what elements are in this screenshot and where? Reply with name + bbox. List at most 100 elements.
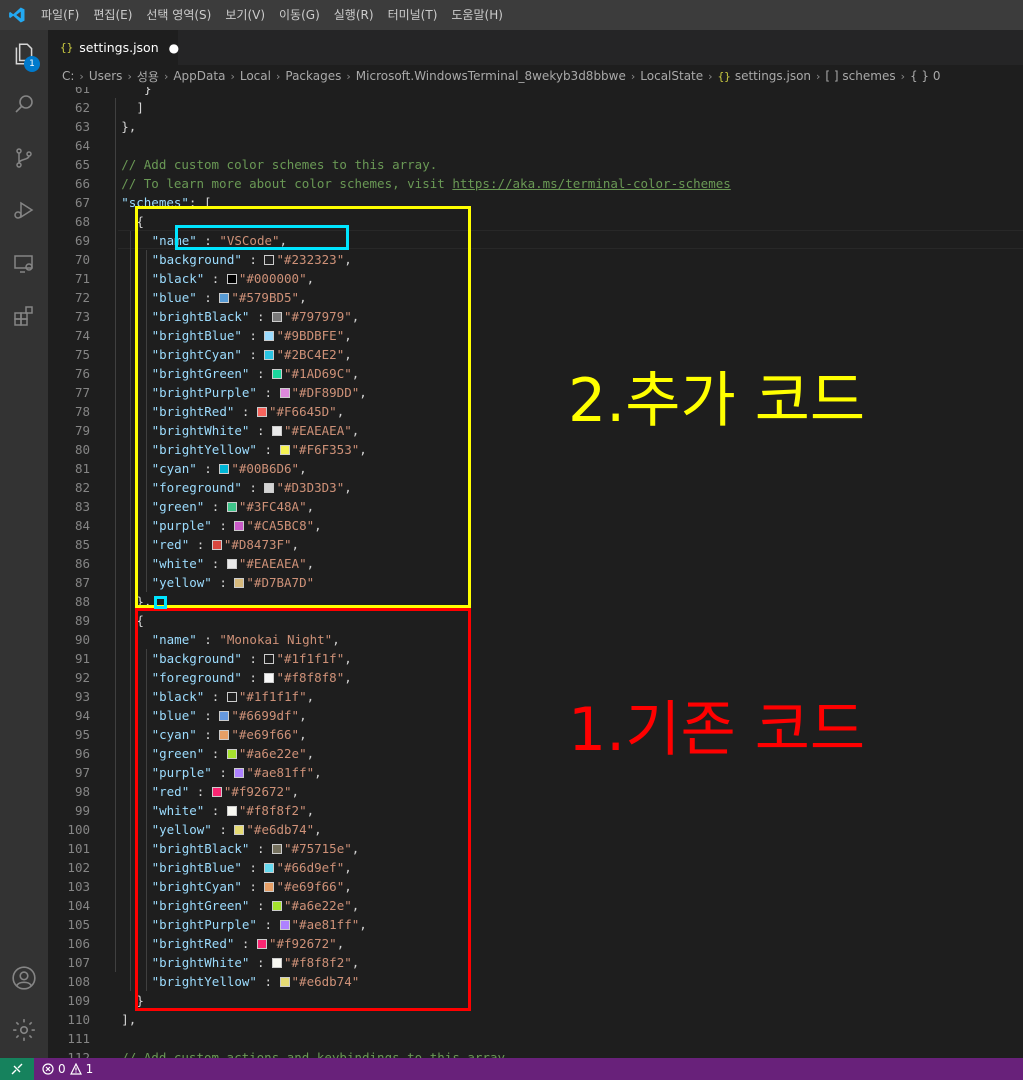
line-number: 82 <box>74 480 90 495</box>
error-icon <box>42 1063 54 1075</box>
line-number: 68 <box>74 214 90 229</box>
breadcrumb-item[interactable]: [ ] schemes <box>825 69 895 83</box>
line-number: 94 <box>74 708 90 723</box>
line-number: 74 <box>74 328 90 343</box>
code-line[interactable]: // Add custom actions and keybindings to… <box>121 1048 512 1058</box>
menu-item[interactable]: 실행(R) <box>327 0 381 30</box>
breadcrumb-item[interactable]: LocalState <box>640 69 703 83</box>
breadcrumb-item[interactable]: Packages <box>285 69 341 83</box>
remote-explorer-icon[interactable] <box>0 240 48 288</box>
line-number: 83 <box>74 499 90 514</box>
problems-indicator[interactable]: 0 1 <box>42 1062 93 1076</box>
line-number: 103 <box>67 879 90 894</box>
line-number: 71 <box>74 271 90 286</box>
breadcrumb-chevron-icon: › <box>79 69 84 83</box>
breadcrumb-item[interactable]: Microsoft.WindowsTerminal_8wekyb3d8bbwe <box>356 69 626 83</box>
menu-item[interactable]: 파일(F) <box>34 0 86 30</box>
menu-item[interactable]: 보기(V) <box>218 0 272 30</box>
bracket-highlight-box <box>154 596 167 609</box>
search-icon[interactable] <box>0 80 48 128</box>
breadcrumb-chevron-icon: › <box>163 69 169 83</box>
line-number: 102 <box>67 860 90 875</box>
breadcrumb-item[interactable]: settings.json <box>735 69 811 83</box>
line-number: 78 <box>74 404 90 419</box>
explorer-icon[interactable]: 1 <box>0 30 48 78</box>
line-number: 70 <box>74 252 90 267</box>
unsaved-dot-icon[interactable]: ● <box>169 41 179 55</box>
added-code-label: 2.추가 코드 <box>568 366 866 436</box>
line-number: 72 <box>74 290 90 305</box>
code-line[interactable]: }, <box>121 117 136 136</box>
line-number: 67 <box>74 195 90 210</box>
line-number: 96 <box>74 746 90 761</box>
line-number: 80 <box>74 442 90 457</box>
line-number: 108 <box>67 974 90 989</box>
line-number: 106 <box>67 936 90 951</box>
code-line[interactable]: ] <box>136 98 144 117</box>
status-bar: 0 1 <box>0 1058 1023 1080</box>
line-number: 69 <box>74 233 90 248</box>
warning-count: 1 <box>85 1062 94 1076</box>
menu-item[interactable]: 선택 영역(S) <box>139 0 218 30</box>
breadcrumb-item[interactable]: C: <box>62 69 74 83</box>
remote-indicator-icon[interactable] <box>0 1058 34 1080</box>
line-number: 111 <box>67 1031 90 1046</box>
menu-item[interactable]: 터미널(T) <box>381 0 445 30</box>
settings-gear-icon[interactable] <box>0 1006 48 1054</box>
breadcrumb-chevron-icon: › <box>127 69 132 83</box>
code-token: } <box>144 87 152 96</box>
accounts-icon[interactable] <box>0 954 48 1002</box>
line-number: 91 <box>74 651 90 666</box>
indent-guide <box>115 98 117 972</box>
tab-bar: {} settings.json ● <box>48 30 1023 65</box>
code-token: // To learn more about color schemes, vi… <box>121 176 453 191</box>
line-number: 112 <box>67 1050 90 1058</box>
line-number: 81 <box>74 461 90 476</box>
line-number: 100 <box>67 822 90 837</box>
line-number: 104 <box>67 898 90 913</box>
code-line[interactable]: // Add custom color schemes to this arra… <box>121 155 437 174</box>
source-control-icon[interactable] <box>0 134 48 182</box>
line-number: 79 <box>74 423 90 438</box>
breadcrumb-item[interactable]: AppData <box>173 69 225 83</box>
menu-item[interactable]: 이동(G) <box>272 0 327 30</box>
line-number: 77 <box>74 385 90 400</box>
tab-settings-json[interactable]: {} settings.json ● <box>48 30 179 65</box>
menu-bar: 파일(F) 편집(E) 선택 영역(S) 보기(V) 이동(G) 실행(R) 터미널(T) 도… <box>34 0 510 30</box>
code-token: ], <box>121 1012 137 1027</box>
line-number: 101 <box>67 841 90 856</box>
breadcrumb-item[interactable]: 성용 <box>137 68 159 85</box>
run-debug-icon[interactable] <box>0 186 48 234</box>
activity-bar: 1 <box>0 30 48 1058</box>
line-number: 63 <box>74 119 90 134</box>
line-number: 62 <box>74 100 90 115</box>
explorer-badge: 1 <box>24 56 40 72</box>
breadcrumb-chevron-icon: › <box>900 69 905 83</box>
menu-item[interactable]: 도움말(H) <box>444 0 510 30</box>
line-number: 85 <box>74 537 90 552</box>
code-token: // Add custom color schemes to this arra… <box>121 157 438 172</box>
code-line[interactable]: } <box>144 87 152 98</box>
added-code-box <box>135 206 471 608</box>
breadcrumb-item[interactable]: Users <box>89 69 123 83</box>
code-line[interactable]: // To learn more about color schemes, vi… <box>121 174 731 193</box>
code-line[interactable]: ], <box>121 1010 136 1029</box>
line-number: 105 <box>67 917 90 932</box>
breadcrumb-item[interactable]: Local <box>240 69 271 83</box>
line-number: 97 <box>74 765 90 780</box>
extensions-icon[interactable] <box>0 292 48 340</box>
breadcrumb-chevron-icon: › <box>708 69 713 83</box>
line-number: 88 <box>74 594 90 609</box>
line-number: 87 <box>74 575 90 590</box>
menu-item[interactable]: 편집(E) <box>86 0 139 30</box>
line-number: 84 <box>74 518 90 533</box>
line-number: 90 <box>74 632 90 647</box>
line-number: 110 <box>67 1012 90 1027</box>
name-highlight-box <box>175 225 349 250</box>
line-number: 92 <box>74 670 90 685</box>
code-editor[interactable]: 61 62 63 64 65 66 67 68 69 70 71 72 73 74 75 76 77 78 79 80… <box>48 87 1023 1058</box>
vscode-logo-icon[interactable] <box>0 0 34 30</box>
warning-icon <box>69 1063 82 1075</box>
breadcrumb-item[interactable]: { } 0 <box>910 69 941 83</box>
breadcrumb-chevron-icon: › <box>230 69 235 83</box>
